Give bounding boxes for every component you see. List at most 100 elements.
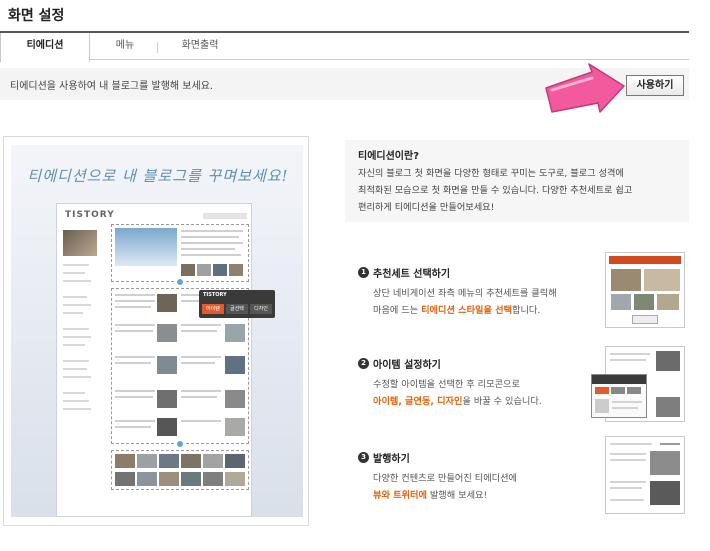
mock-photo — [225, 472, 245, 486]
thumb-line — [610, 453, 646, 455]
tab-menu[interactable]: 메뉴 — [105, 33, 145, 60]
tab-divider — [157, 42, 158, 53]
mock-sidebar-line — [63, 376, 91, 378]
mock-text-line — [115, 362, 151, 364]
mock-photo — [137, 454, 157, 468]
mock-text-line — [115, 294, 155, 296]
intro-box: 티에디션이란? 자신의 블로그 첫 화면을 다양한 형태로 꾸미는 도구로, 블… — [345, 140, 689, 222]
mock-photo — [225, 390, 245, 408]
mock-sidebar-line — [63, 408, 91, 410]
thumb-line — [610, 459, 646, 461]
mock-photo — [225, 454, 245, 468]
mock-text-line — [115, 356, 155, 358]
mock-text-line — [181, 362, 215, 364]
step-highlight: 티에디션 스타일을 선택 — [421, 305, 513, 316]
mock-text-line — [181, 236, 239, 238]
mock-photo — [213, 264, 227, 276]
mock-sidebar-line — [63, 304, 91, 306]
preview-headline: 티에디션으로 내 블로그를 꾸며보세요! — [27, 167, 289, 185]
step-text: 을 바꿀 수 있습니다. — [462, 396, 542, 407]
mock-photo — [181, 264, 195, 276]
mock-text-line — [181, 330, 217, 332]
thumb-line — [610, 359, 646, 361]
step-text: 합니다. — [512, 305, 541, 316]
step-title: 발행하기 — [373, 454, 410, 465]
step-number-badge: 1 — [358, 267, 369, 278]
mock-text-line — [115, 396, 153, 398]
mock-photo — [137, 472, 157, 486]
step-description: 상단 네비게이션 좌측 메뉴의 추천세트를 클릭해 — [373, 288, 557, 299]
thumb-line — [612, 407, 638, 409]
mock-sidebar-line — [63, 264, 89, 266]
thumb-photo — [634, 294, 654, 310]
thumb-photo — [611, 269, 641, 291]
step-description: 다양한 컨텐츠로 만들어진 티에디션에 — [373, 473, 518, 484]
step-description-highlight-line: 마음에 드는 티에디션 스타일을 선택합니다. — [373, 302, 540, 316]
mock-sidebar-line — [63, 336, 91, 338]
mock-photo — [181, 472, 201, 486]
mock-photo — [115, 472, 135, 486]
mock-sidebar-line — [63, 392, 85, 394]
mock-sidebar-line — [63, 272, 85, 274]
mock-profile-photo — [63, 230, 97, 256]
mock-sidebar-line — [63, 360, 89, 362]
mock-photo — [203, 454, 223, 468]
thumb-photo — [650, 451, 680, 475]
thumb-line — [612, 401, 642, 403]
mock-text-line — [181, 324, 221, 326]
thumb-tab — [627, 387, 641, 394]
step-description: 수정할 아이템을 선택한 후 리모콘으로 — [373, 379, 520, 390]
mock-popup-tab: 아이템 — [202, 304, 224, 314]
thumb-line — [610, 499, 644, 501]
thumb-line — [610, 443, 652, 445]
tab-tedition[interactable]: 티에디션 — [0, 33, 90, 62]
mock-logo: TISTORY — [65, 210, 115, 220]
thumb-photo — [656, 351, 680, 371]
mock-photo — [229, 264, 243, 276]
thumb-line — [610, 353, 650, 355]
mock-photo — [225, 324, 245, 342]
mock-text-line — [181, 396, 217, 398]
thumb-header — [592, 375, 646, 384]
mock-sidebar-line — [63, 280, 91, 282]
tab-display[interactable]: 화면출력 — [170, 33, 230, 60]
mock-text-line — [181, 248, 235, 250]
step-highlight: 뷰와 트위터에 — [373, 490, 427, 501]
mock-popup-tab: 디자인 — [250, 304, 272, 314]
mock-text-line — [115, 390, 155, 392]
use-tedition-button[interactable]: 사용하기 — [626, 75, 684, 96]
mock-photo — [157, 390, 177, 408]
thumb-photo — [644, 269, 680, 291]
thumb-photo — [650, 481, 680, 505]
thumb-photo — [657, 294, 679, 310]
step3-thumbnail — [605, 436, 685, 514]
mock-photo — [159, 472, 179, 486]
mock-text-line — [115, 306, 151, 308]
mock-popup-title: TISTORY — [203, 292, 227, 298]
mock-photo — [115, 454, 135, 468]
mock-blog-page: TISTORY — [56, 203, 252, 517]
notice-text: 티에디션을 사용하여 내 블로그를 발행해 보세요. — [10, 81, 214, 92]
intro-line: 자신의 블로그 첫 화면을 다양한 형태로 꾸미는 도구로, 블로그 성격에 — [358, 168, 624, 179]
mock-sidebar-line — [63, 368, 87, 370]
mock-photo — [159, 454, 179, 468]
mock-text-line — [181, 230, 243, 232]
mock-photo — [197, 264, 211, 276]
mock-popup-tab: 글선택 — [226, 304, 248, 314]
step-text: 발행해 보세요! — [426, 490, 488, 501]
thumb-tab — [611, 387, 625, 394]
mock-photo — [115, 228, 177, 266]
mock-photo — [157, 418, 177, 436]
intro-line: 최적화된 모습으로 첫 화면을 만들 수 있습니다. 다양한 추천세트로 쉽고 — [358, 185, 633, 196]
mock-text-line — [181, 390, 221, 392]
step2-remote-thumbnail — [591, 374, 647, 418]
mock-text-line — [181, 356, 221, 358]
mock-text-line — [115, 426, 151, 428]
mock-sidebar-line — [63, 328, 89, 330]
step-title: 아이템 설정하기 — [373, 360, 441, 371]
mock-handle-dot — [176, 440, 184, 448]
mock-remote-popup: TISTORY 아이템 글선택 디자인 — [199, 290, 275, 318]
intro-line: 편리하게 티에디션을 만들어보세요! — [358, 202, 495, 213]
page-title: 화면 설정 — [8, 8, 65, 24]
preview-background: 티에디션으로 내 블로그를 꾸며보세요! TISTORY TISTORY 아이템… — [11, 145, 303, 517]
